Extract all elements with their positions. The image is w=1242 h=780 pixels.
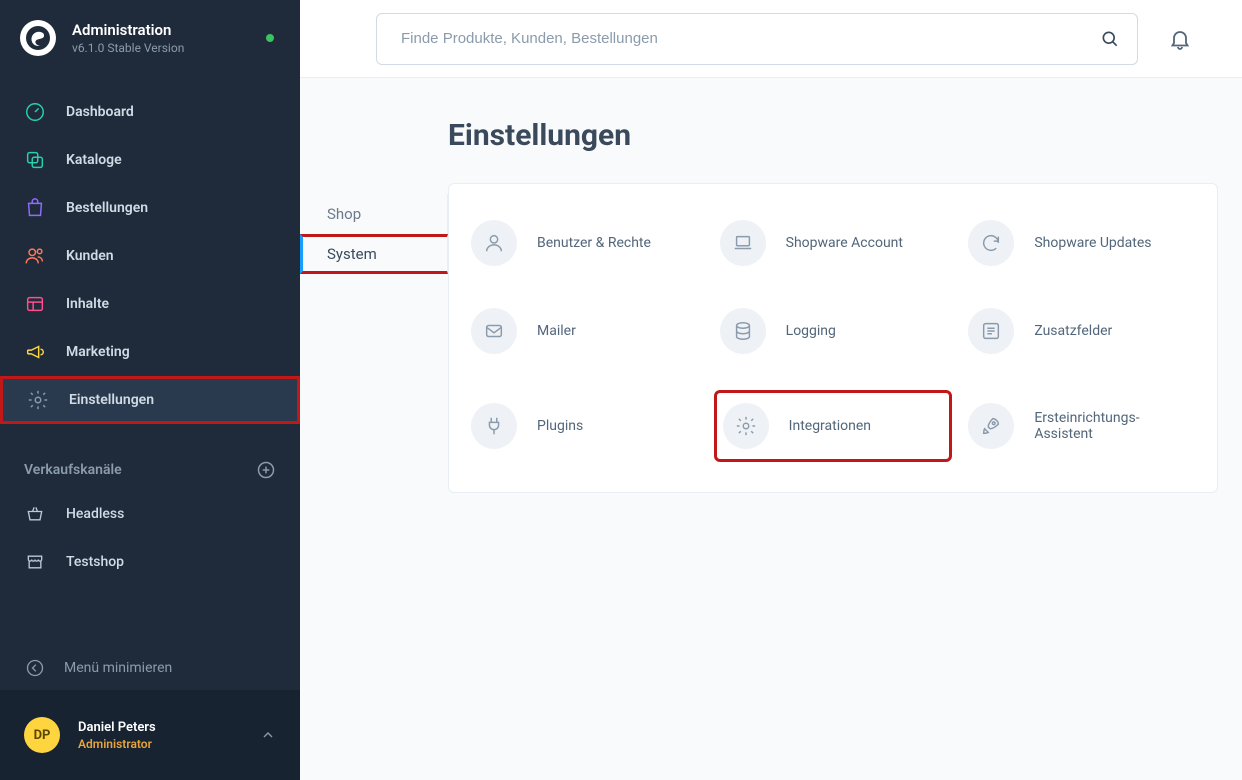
user-icon [471, 220, 517, 266]
notifications-button[interactable] [1138, 27, 1192, 51]
page-body: Einstellungen Benutzer & Rechte [448, 118, 1218, 780]
app-logo [20, 20, 56, 56]
content-icon [24, 293, 46, 315]
settings-tabs: Shop System [300, 118, 448, 780]
sidebar: Administration v6.1.0 Stable Version Das… [0, 0, 300, 780]
setting-plugins[interactable]: Plugins [465, 390, 704, 462]
channel-headless[interactable]: Headless [0, 490, 300, 538]
sidebar-item-inhalte[interactable]: Inhalte [0, 280, 300, 328]
mail-icon [471, 308, 517, 354]
settings-card: Benutzer & Rechte Shopware Account [448, 183, 1218, 493]
app-title: Administration [72, 21, 184, 39]
user-panel[interactable]: DP Daniel Peters Administrator [0, 690, 300, 780]
topbar [300, 0, 1242, 78]
stack-icon [24, 149, 46, 171]
avatar: DP [24, 717, 60, 753]
setting-logging[interactable]: Logging [714, 302, 953, 360]
search-wrap [376, 13, 1138, 65]
tab-system[interactable]: System [300, 234, 448, 274]
sidebar-item-label: Dashboard [66, 104, 134, 120]
database-icon [720, 308, 766, 354]
search-input[interactable] [376, 13, 1138, 65]
main: Shop System Einstellungen Benutzer & Rec… [300, 0, 1242, 780]
sidebar-item-bestellungen[interactable]: Bestellungen [0, 184, 300, 232]
chevron-up-icon [260, 727, 276, 743]
shopping-bag-icon [24, 197, 46, 219]
gear-icon [27, 389, 49, 411]
add-channel-button[interactable] [256, 460, 276, 480]
users-icon [24, 245, 46, 267]
sidebar-item-label: Inhalte [66, 296, 109, 312]
setting-integrationen[interactable]: Integrationen [714, 390, 953, 462]
sidebar-item-dashboard[interactable]: Dashboard [0, 88, 300, 136]
page-title: Einstellungen [448, 118, 1218, 153]
sidebar-item-label: Kunden [66, 248, 114, 264]
setting-shopware-account[interactable]: Shopware Account [714, 214, 953, 272]
refresh-icon [968, 220, 1014, 266]
app-version: v6.1.0 Stable Version [72, 41, 184, 55]
megaphone-icon [24, 341, 46, 363]
setting-mailer[interactable]: Mailer [465, 302, 704, 360]
collapse-menu-button[interactable]: Menü minimieren [0, 646, 300, 690]
channel-testshop[interactable]: Testshop [0, 538, 300, 586]
sidebar-item-label: Kataloge [66, 152, 122, 168]
sidebar-item-kunden[interactable]: Kunden [0, 232, 300, 280]
sidebar-item-label: Marketing [66, 344, 130, 360]
sidebar-item-kataloge[interactable]: Kataloge [0, 136, 300, 184]
sidebar-header: Administration v6.1.0 Stable Version [0, 0, 300, 78]
setting-shopware-updates[interactable]: Shopware Updates [962, 214, 1201, 272]
setting-ersteinrichtung[interactable]: Ersteinrichtungs-Assistent [962, 390, 1201, 462]
chevron-left-circle-icon [24, 657, 46, 679]
sidebar-item-einstellungen[interactable]: Einstellungen [0, 376, 300, 424]
channels-heading: Verkaufskanäle [0, 450, 300, 490]
channel-label: Headless [66, 506, 124, 522]
user-name: Daniel Peters [78, 720, 156, 735]
setting-benutzer-rechte[interactable]: Benutzer & Rechte [465, 214, 704, 272]
settings-grid: Benutzer & Rechte Shopware Account [465, 214, 1201, 462]
status-indicator [266, 34, 274, 42]
channel-label: Testshop [66, 554, 124, 570]
laptop-icon [720, 220, 766, 266]
tab-shop[interactable]: Shop [300, 194, 448, 234]
list-icon [968, 308, 1014, 354]
gear-icon [723, 403, 769, 449]
storefront-icon [24, 551, 46, 573]
setting-zusatzfelder[interactable]: Zusatzfelder [962, 302, 1201, 360]
content: Shop System Einstellungen Benutzer & Rec… [300, 78, 1242, 780]
sidebar-item-label: Einstellungen [69, 392, 154, 408]
search-icon[interactable] [1100, 29, 1120, 49]
sidebar-item-marketing[interactable]: Marketing [0, 328, 300, 376]
basket-icon [24, 503, 46, 525]
rocket-icon [968, 403, 1014, 449]
plug-icon [471, 403, 517, 449]
primary-nav: Dashboard Kataloge Bestellungen Kunden I… [0, 78, 300, 586]
sidebar-item-label: Bestellungen [66, 200, 148, 216]
gauge-icon [24, 101, 46, 123]
user-role: Administrator [78, 737, 156, 751]
